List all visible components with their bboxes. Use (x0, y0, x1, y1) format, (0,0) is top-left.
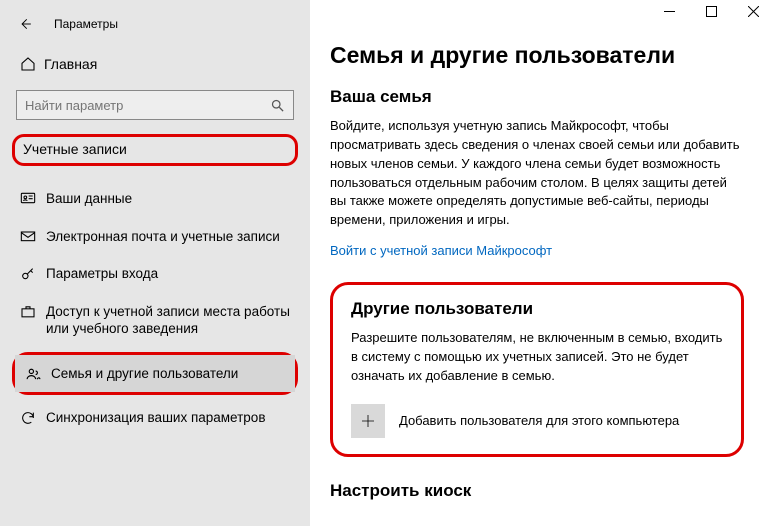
mail-icon (20, 229, 46, 243)
minimize-button[interactable] (664, 6, 678, 17)
close-button[interactable] (748, 6, 762, 17)
briefcase-icon (20, 304, 46, 319)
titlebar: Параметры (0, 8, 310, 40)
window-controls (664, 6, 762, 17)
sync-icon (20, 410, 46, 426)
window-title: Параметры (54, 17, 118, 31)
sidebar-item-email[interactable]: Электронная почта и учетные записи (0, 218, 310, 256)
key-icon (20, 266, 46, 282)
plus-icon (351, 404, 385, 438)
home-icon (20, 56, 44, 72)
family-section-desc: Войдите, используя учетную запись Майкро… (330, 117, 740, 230)
nav-label: Параметры входа (46, 265, 310, 283)
family-section-title: Ваша семья (330, 87, 744, 107)
sidebar-item-family[interactable]: Семья и другие пользователи (15, 355, 295, 393)
sidebar-item-signin-options[interactable]: Параметры входа (0, 255, 310, 293)
settings-sidebar: Параметры Главная Учетные записи Ваши да… (0, 0, 310, 526)
people-icon (25, 366, 51, 381)
search-box[interactable] (16, 90, 294, 120)
sidebar-item-your-info[interactable]: Ваши данные (0, 180, 310, 218)
sidebar-category-highlight: Учетные записи (12, 134, 298, 166)
sidebar-item-sync[interactable]: Синхронизация ваших параметров (0, 399, 310, 437)
main-content: Семья и другие пользователи Ваша семья В… (310, 0, 768, 526)
sidebar-item-family-highlight: Семья и другие пользователи (12, 352, 298, 396)
sidebar-home-label: Главная (44, 56, 97, 72)
kiosk-section-title: Настроить киоск (330, 481, 744, 501)
back-icon[interactable] (18, 17, 32, 31)
add-user-row[interactable]: Добавить пользователя для этого компьюте… (351, 404, 723, 438)
sidebar-home[interactable]: Главная (0, 48, 310, 80)
signin-link[interactable]: Войти с учетной записи Майкрософт (330, 243, 552, 258)
search-icon (270, 98, 285, 113)
add-user-label: Добавить пользователя для этого компьюте… (399, 413, 679, 428)
nav-label: Электронная почта и учетные записи (46, 228, 310, 246)
nav-label: Синхронизация ваших параметров (46, 409, 310, 427)
id-card-icon (20, 191, 46, 205)
nav-label: Ваши данные (46, 190, 310, 208)
nav-label: Семья и другие пользователи (51, 365, 295, 383)
page-title: Семья и другие пользователи (330, 42, 744, 69)
others-section-title: Другие пользователи (351, 299, 723, 319)
sidebar-category: Учетные записи (23, 141, 127, 157)
sidebar-item-work-access[interactable]: Доступ к учетной записи места работы или… (0, 293, 310, 348)
other-users-highlight: Другие пользователи Разрешите пользовате… (330, 282, 744, 457)
search-input[interactable] (25, 98, 270, 113)
others-section-desc: Разрешите пользователям, не включенным в… (351, 329, 723, 386)
maximize-button[interactable] (706, 6, 720, 17)
nav-label: Доступ к учетной записи места работы или… (46, 303, 310, 338)
